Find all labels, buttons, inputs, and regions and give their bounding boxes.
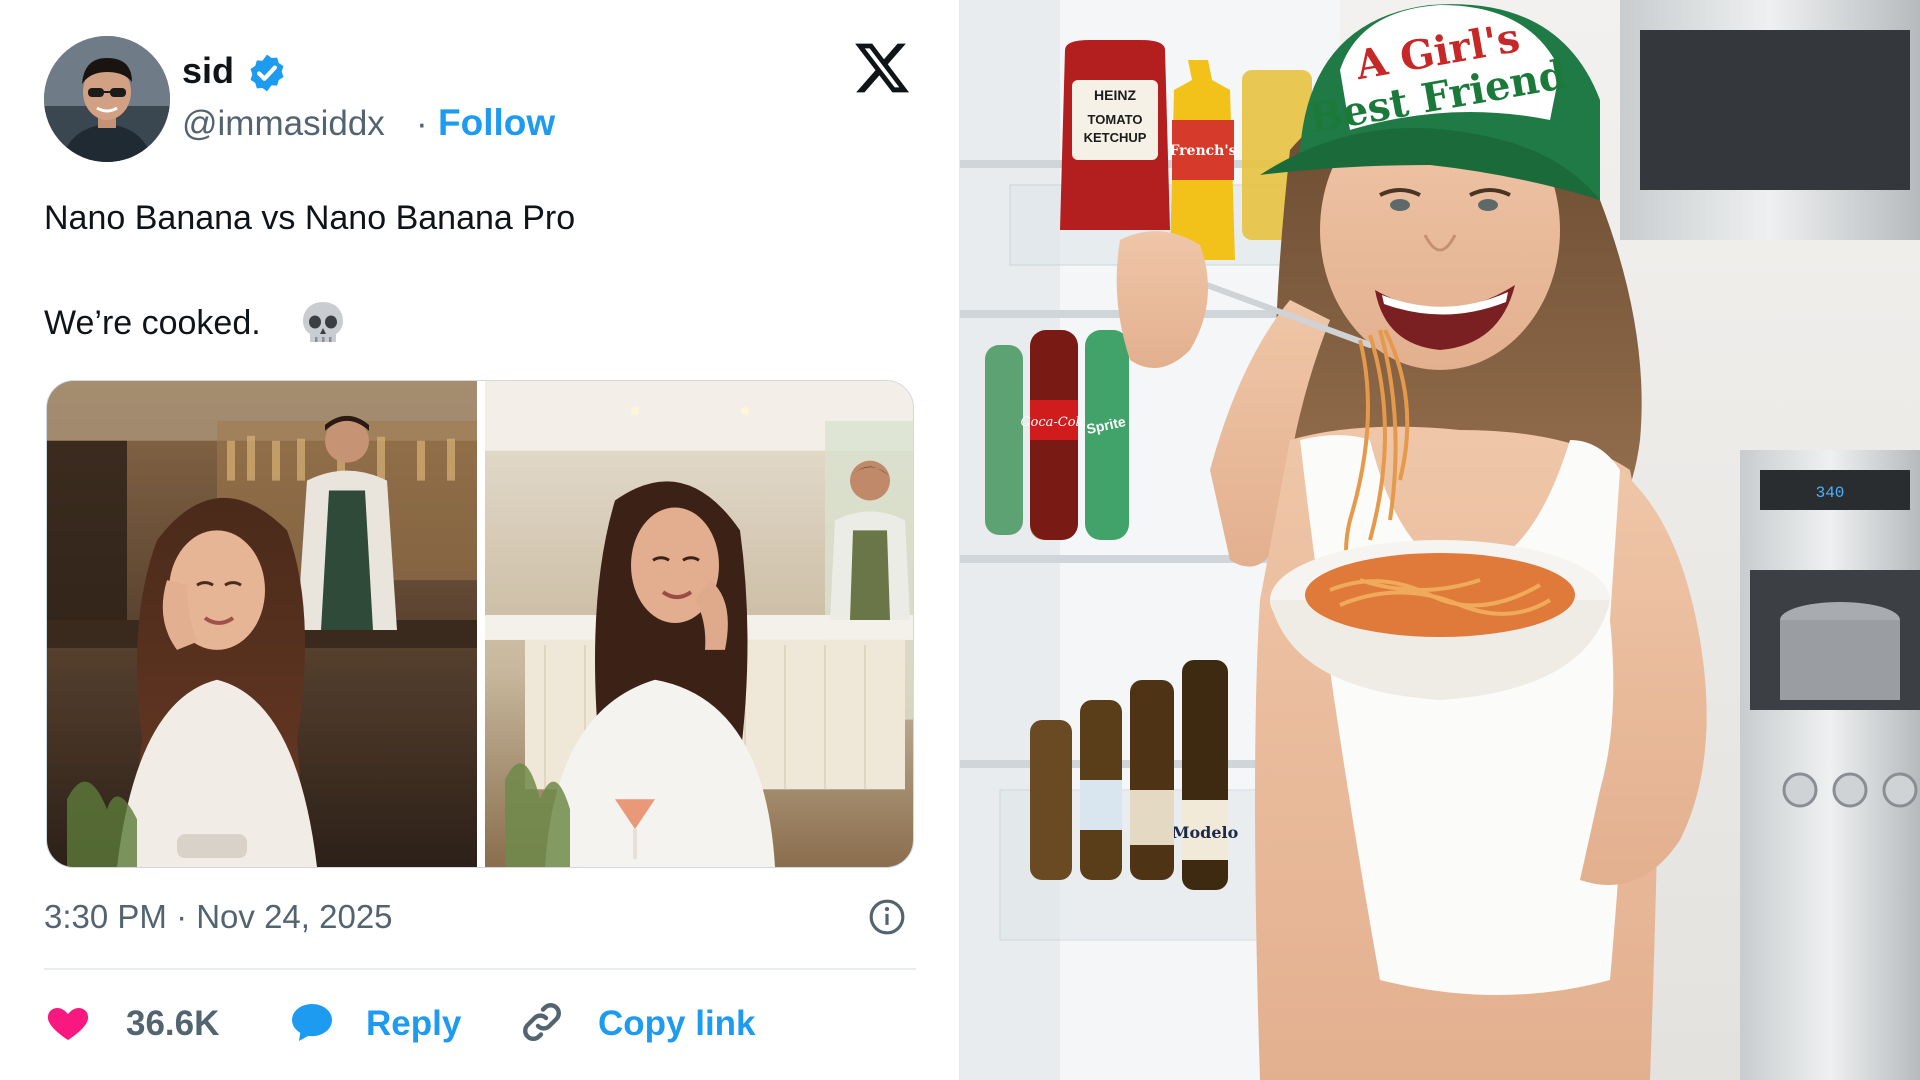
reply-button[interactable]: Reply xyxy=(288,998,488,1048)
cola-label: Coca-Cola xyxy=(1021,415,1088,430)
reply-label: Reply xyxy=(366,1004,462,1043)
follow-button[interactable]: Follow xyxy=(438,102,555,144)
verified-badge-icon xyxy=(250,54,284,92)
media-gap xyxy=(477,381,485,867)
skull-emoji-icon xyxy=(303,302,343,342)
author-display-name[interactable]: sid xyxy=(182,50,234,92)
copy-link-label: Copy link xyxy=(598,1004,756,1043)
media-image-nano-banana-pro[interactable] xyxy=(485,381,913,867)
author-handle[interactable]: @immasiddx xyxy=(182,104,385,144)
link-icon xyxy=(523,1003,561,1041)
like-button[interactable]: 36.6K xyxy=(44,998,234,1048)
avatar[interactable] xyxy=(44,36,170,162)
ketchup-label-tomato: TOMATO xyxy=(1088,112,1143,127)
tweet-text-line-2: We’re cooked. xyxy=(44,304,261,342)
ketchup-label-ketchup: KETCHUP xyxy=(1084,130,1147,145)
tweet-text-line-1: Nano Banana vs Nano Banana Pro xyxy=(44,199,576,237)
speech-bubble-icon xyxy=(292,1004,332,1041)
beer-label: Modelo xyxy=(1172,823,1239,842)
svg-text:340: 340 xyxy=(1816,484,1845,502)
photo-woman-eating-spaghetti: HEINZ TOMATO KETCHUP French's Coca-Cola … xyxy=(960,0,1920,1080)
media-image-nano-banana[interactable] xyxy=(47,381,477,867)
tweet-media-grid xyxy=(46,380,914,868)
x-logo-icon[interactable] xyxy=(852,38,912,98)
copy-link-button[interactable]: Copy link xyxy=(518,998,768,1048)
tweet-card: sid @immasiddx · Follow Nano Banana vs N… xyxy=(0,0,960,1080)
info-icon[interactable] xyxy=(868,898,906,936)
divider xyxy=(44,968,916,970)
tweet-timestamp[interactable]: 3:30 PM · Nov 24, 2025 xyxy=(44,898,393,936)
ketchup-label-heinz: HEINZ xyxy=(1094,87,1136,103)
handle-separator: · xyxy=(416,104,428,143)
heart-icon xyxy=(47,1008,89,1040)
like-count: 36.6K xyxy=(126,1004,220,1043)
mustard-label: French's xyxy=(1169,143,1236,159)
